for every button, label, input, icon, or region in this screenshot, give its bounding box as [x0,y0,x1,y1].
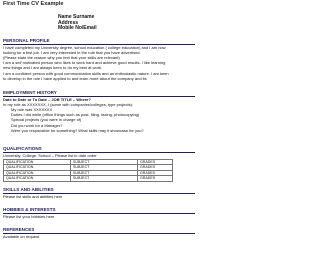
table-row: QUALIFICATION SUBJECT GRADES [3,158,173,166]
table-row: QUALIFICATION SUBJECT GRADES [3,164,173,171]
qualification-cell: QUALIFICATION [3,175,71,183]
section-heading: REFERENCES [3,227,35,232]
section-qualifications: QUALIFICATIONS University, College, Scho… [3,146,195,183]
section-heading: QUALIFICATIONS [3,146,42,151]
section-hobbies: HOBBIES & INTERESTS Please list your hob… [3,207,195,219]
grades-cell: GRADES [137,175,173,183]
job-duties-list: My role was XXXXXXX Duties I did while (… [3,107,195,133]
qualifications-table: QUALIFICATION SUBJECT GRADES QUALIFICATI… [3,158,173,183]
section-heading: HOBBIES & INTERESTS [3,207,56,212]
section-heading: PERSONAL PROFILE [3,38,50,43]
table-row: QUALIFICATION SUBJECT GRADES [3,169,173,177]
section-references: REFERENCES Available on request [3,227,195,239]
profile-line: to develop in the role I have applied to… [3,75,147,81]
section-skills: SKILLS AND ABILITIES Please list skills … [3,187,195,199]
document-title: First Time CV Example [3,1,64,7]
table-row: QUALIFICATION SUBJECT GRADES [3,175,173,183]
references-text: Available on request [3,233,40,239]
section-heading: SKILLS AND ABILITIES [3,187,54,192]
subject-cell: SUBJECT [70,175,138,183]
section-employment-history: EMPLOYMENT HISTORY Date to Date or To Da… [3,90,195,133]
job-duty-item: Were you responsible for something? What… [11,128,195,133]
section-personal-profile: PERSONAL PROFILE I have completed my Uni… [3,38,195,81]
cv-page: First Time CV Example Name Surname Addre… [0,0,200,253]
profile-line: I am a confident person with good commun… [3,70,169,76]
applicant-contact: Mobile No/Email [58,25,97,32]
skills-text: Please list skills and abilities here [3,193,63,199]
hobbies-text: Please list your hobbies here [3,213,55,219]
qualifications-intro: University, College, School – Please lis… [3,152,97,158]
cv-header: Name Surname Address Mobile No/Email [58,14,138,32]
section-heading: EMPLOYMENT HISTORY [3,90,57,95]
